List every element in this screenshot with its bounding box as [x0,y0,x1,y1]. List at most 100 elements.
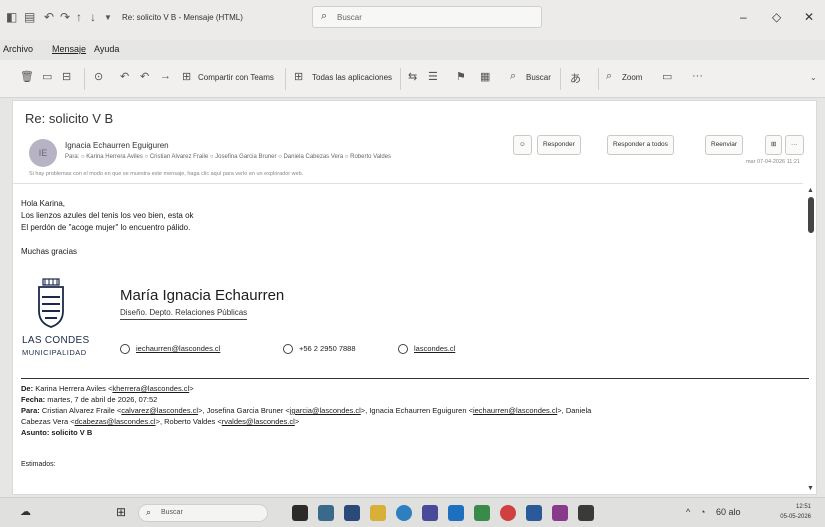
task-view-icon[interactable] [292,505,308,521]
quoted-date-line: Fecha: martes, 7 de abril de 2026, 07:52 [21,395,157,404]
forward-icon[interactable]: → [160,70,171,82]
search-button[interactable]: Buscar [526,73,551,82]
reply-button[interactable]: Responder [537,135,581,155]
rules-icon[interactable]: ☰ [428,70,438,83]
app-icon-3[interactable] [552,505,568,521]
app-icon-2[interactable] [344,505,360,521]
reply-all-button[interactable]: Responder a todos [607,135,674,155]
quoted-to-email-5[interactable]: dcabezas@lascondes.cl [75,417,156,426]
quoted-to-email-3[interactable]: iechaurren@lascondes.cl [473,406,557,415]
share-teams-button[interactable]: Compartir con Teams [198,73,274,82]
emoji-reaction-button[interactable]: ☺ [513,135,532,155]
search-box[interactable]: ⌕ Buscar [312,6,542,28]
reply-icon[interactable]: ↶ [120,70,129,83]
vertical-scrollbar[interactable]: ▲ ▼ [806,187,816,492]
body-line-3: El perdón de "acoge mujer" lo encuentro … [21,223,191,232]
edge-browser-icon[interactable] [396,505,412,521]
start-button-icon[interactable]: ⊞ [116,505,126,519]
arrow-up-icon[interactable]: ↑ [76,10,82,24]
ribbon-more-button[interactable]: ··· [692,70,703,82]
quoted-to-part-7: > [294,417,300,426]
file-explorer-icon[interactable] [370,505,386,521]
forward-button[interactable]: Reenviar [705,135,744,155]
close-button[interactable]: ✕ [804,10,814,24]
scroll-down-icon[interactable]: ▼ [807,485,814,492]
arrow-down-icon[interactable]: ↓ [90,10,96,24]
body-line-thanks: Muchas gracias [21,247,78,256]
quoted-to-email-6[interactable]: rvaldes@lascondes.cl [222,417,295,426]
find-icon[interactable]: ⌕ [510,70,516,83]
taskbar-search-icon: ⌕ [146,507,152,517]
ribbon-toolbar: 🗑 ▭ ⊟ ⊙ ↶ ↶ → ⊞ Compartir con Teams ⊞ To… [0,60,825,98]
categorize-icon[interactable]: ▦ [480,70,490,83]
ribbon-separator [560,68,561,90]
redo-icon[interactable]: ↷ [60,10,70,24]
quoted-from-email[interactable]: kherrera@lascondes.cl [112,384,189,393]
flag-icon[interactable]: ⚑ [456,70,466,83]
menu-archivo[interactable]: Archivo [3,44,33,54]
display-info-bar[interactable]: Si hay problemas con el modo en que se m… [29,171,303,177]
sender-name[interactable]: Ignacia Echaurren Eguiguren [65,141,169,150]
zoom-button[interactable]: Zoom [622,73,642,82]
immersive-reader-icon[interactable]: ▭ [662,70,672,83]
phone-icon [283,344,293,355]
wifi-icon[interactable]: ◔ [700,507,705,517]
weather-tray-text[interactable]: 60 alo [716,507,741,517]
quoted-subject-line: Asunto: solicito V B [21,428,92,437]
quoted-to-email-2[interactable]: jgarcia@lascondes.cl [290,406,361,415]
move-icon[interactable]: ⊟ [62,70,71,83]
title-bar: ◧ ▤ ↶ ↷ ↑ ↓ ▼ Re: solicito V B - Mensaje… [0,0,825,40]
quoted-to-part-1: Cristian Alvarez Fraile < [41,406,122,415]
signature-name: María Ignacia Echaurren [120,287,285,304]
tag-icon[interactable]: ⊙ [94,70,103,83]
chrome-icon[interactable] [500,505,516,521]
delete-icon[interactable]: 🗑 [20,70,34,83]
save-icon[interactable]: ▤ [24,10,35,24]
app-icon-1[interactable] [318,505,334,521]
apps-icon[interactable]: ⊞ [294,70,303,83]
ribbon-separator [598,68,599,90]
customize-chevron-icon[interactable]: ▼ [104,13,112,22]
recipients-line[interactable]: Para: ○ Karina Herrera Aviles ○ Cristian… [65,154,391,160]
system-clock[interactable]: 12:51 05-05-2026 [780,502,811,522]
more-actions-button[interactable]: ··· [785,135,804,155]
menu-ayuda[interactable]: Ayuda [94,44,119,54]
menu-mensaje[interactable]: Mensaje [52,44,86,54]
taskbar-search[interactable]: ⌕ Buscar [138,504,268,522]
archive-icon[interactable]: ▭ [42,70,52,83]
undo-icon[interactable]: ↶ [44,10,54,24]
all-apps-button[interactable]: Todas las aplicaciones [312,73,392,82]
signature-email[interactable]: iechaurren@lascondes.cl [120,344,220,355]
zoom-icon[interactable]: ⌕ [606,70,612,83]
minimize-button[interactable]: – [740,10,747,24]
teams-app-icon[interactable] [422,505,438,521]
word-icon[interactable] [526,505,542,521]
quoted-from-label: De: [21,384,34,393]
windows-taskbar: ☁ ⊞ ⌕ Buscar ^ ◔ 60 alo 12:51 05-05-2026 [0,497,825,527]
sender-avatar[interactable]: IE [29,139,57,167]
las-condes-crest-logo [38,278,64,328]
scroll-up-icon[interactable]: ▲ [807,187,814,194]
quoted-to-part-3: >, Ignacia Echaurren Eguiguren < [360,406,473,415]
signature-web-text[interactable]: lascondes.cl [414,344,455,353]
teams-share-button[interactable]: ⊞ [765,135,783,155]
language-icon[interactable]: あ [570,70,581,86]
quoted-to-email-1[interactable]: calvarez@lascondes.cl [121,406,198,415]
translate-icon[interactable]: ⇆ [408,70,417,83]
quoted-from-line: De: Karina Herrera Aviles <kherrera@lasc… [21,384,194,393]
quoted-to-line: Para: Cristian Alvarez Fraile <calvarez@… [21,406,591,415]
signature-email-text[interactable]: iechaurren@lascondes.cl [136,344,220,353]
weather-widget-icon[interactable]: ☁ [20,505,31,518]
reply-all-icon[interactable]: ↶ [140,70,149,83]
signature-web[interactable]: lascondes.cl [398,344,455,355]
quoted-subject-value: solicito V B [51,428,93,437]
quoted-subject-label: Asunto: [21,428,50,437]
outlook-taskbar-icon[interactable] [448,505,464,521]
tray-chevron-icon[interactable]: ^ [686,507,690,517]
scroll-thumb[interactable] [808,197,814,233]
teams-icon[interactable]: ⊞ [182,70,191,83]
restore-button[interactable]: ◇ [772,10,781,24]
excel-icon[interactable] [474,505,490,521]
app-icon-4[interactable] [578,505,594,521]
ribbon-collapse-icon[interactable]: ⌄ [810,73,817,82]
